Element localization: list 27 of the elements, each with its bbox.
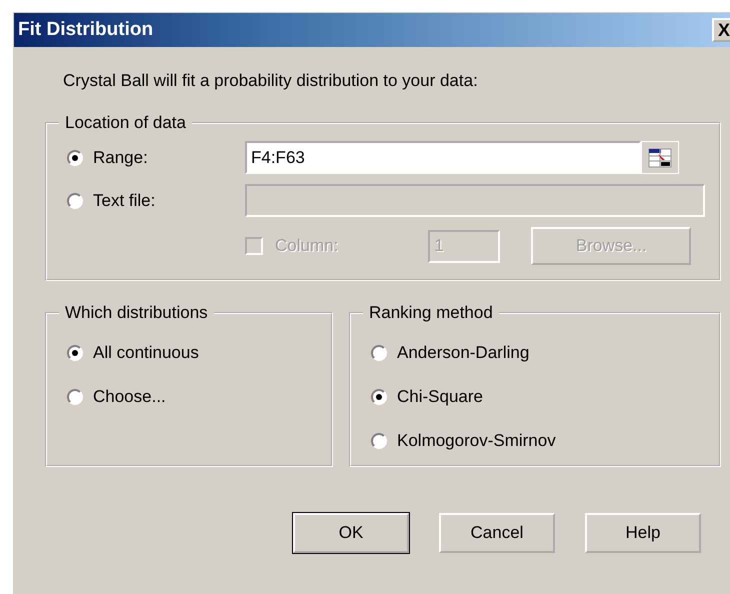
group-title: Which distributions bbox=[64, 303, 209, 323]
radio-button[interactable] bbox=[67, 345, 83, 361]
text-file-field[interactable] bbox=[245, 184, 705, 217]
radio-button[interactable] bbox=[371, 345, 387, 361]
radio-button[interactable] bbox=[67, 192, 83, 208]
range-field[interactable]: F4:F63 bbox=[245, 141, 641, 174]
radio-label: Anderson-Darling bbox=[397, 343, 530, 363]
spreadsheet-icon bbox=[648, 148, 672, 168]
radio-label: Chi-Square bbox=[397, 387, 483, 407]
radio-label: All continuous bbox=[93, 343, 199, 363]
dialog-button[interactable]: OK bbox=[293, 513, 409, 553]
radio-button[interactable] bbox=[67, 150, 83, 166]
window-title: Fit Distribution bbox=[17, 19, 154, 41]
radio-label: Range: bbox=[93, 148, 148, 168]
radio-button[interactable] bbox=[371, 433, 387, 449]
radio-label: Text file: bbox=[93, 190, 156, 210]
group-title: Location of data bbox=[64, 113, 187, 133]
radio-button[interactable] bbox=[67, 389, 83, 405]
radio-label: Kolmogorov-Smirnov bbox=[397, 431, 556, 451]
range-select-button[interactable] bbox=[641, 141, 679, 174]
dialog-button[interactable]: Help bbox=[585, 513, 701, 553]
group-title: Ranking method bbox=[368, 303, 494, 323]
intro-text: Crystal Ball will fit a probability distribution to your data: bbox=[63, 71, 479, 91]
radio-label: Choose... bbox=[93, 387, 166, 407]
dialog-button[interactable]: Cancel bbox=[439, 513, 555, 553]
radio-button[interactable] bbox=[371, 389, 387, 405]
close-button[interactable]: X bbox=[712, 18, 730, 42]
